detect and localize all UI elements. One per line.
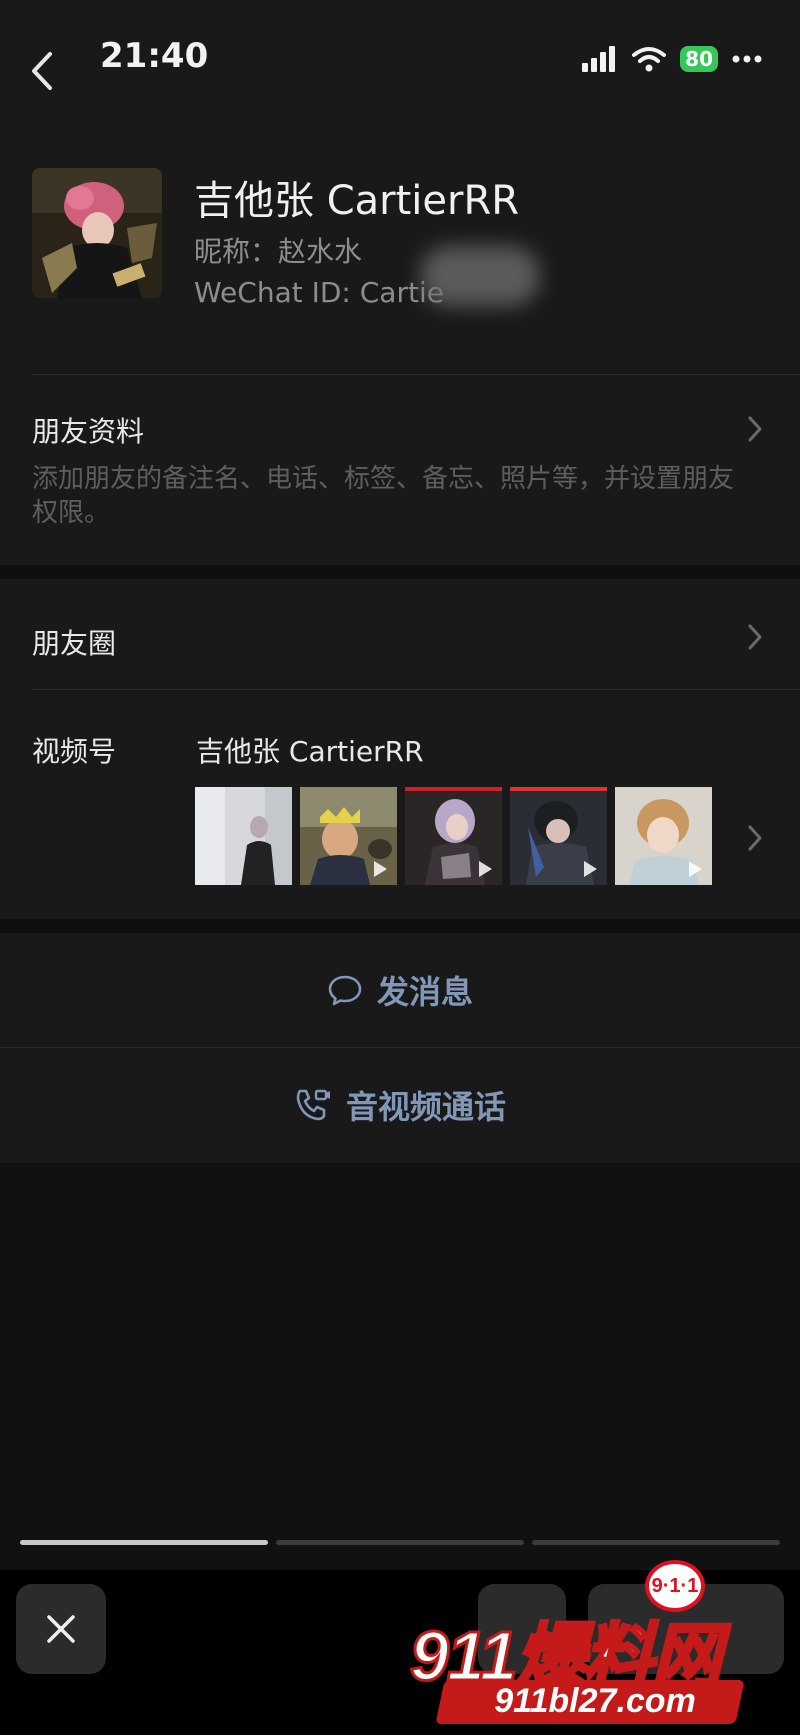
phone-video-icon [296, 1089, 330, 1121]
avatar[interactable] [32, 168, 162, 298]
play-icon [689, 861, 702, 877]
channels-name: 吉他张 CartierRR [196, 735, 424, 768]
divider [0, 1047, 800, 1048]
friend-info-title: 朋友资料 [32, 415, 145, 448]
play-icon [584, 861, 597, 877]
more-icon [732, 55, 762, 63]
chevron-right-icon [748, 416, 762, 442]
avatar-image [32, 168, 162, 298]
moments-label: 朋友圈 [32, 627, 117, 660]
wifi-icon [632, 47, 667, 72]
status-icons: 80 [582, 42, 762, 76]
moments-row[interactable] [0, 579, 800, 689]
voice-video-call-label: 音视频通话 [345, 1088, 506, 1126]
play-icon [374, 861, 387, 877]
progress-segment [532, 1540, 780, 1545]
signal-icon [582, 46, 616, 72]
video-thumbnail[interactable] [195, 787, 292, 885]
back-button[interactable] [22, 44, 66, 98]
video-thumbnail[interactable] [510, 787, 607, 885]
watermark-url: 911bl27.com [494, 1682, 696, 1720]
chevron-left-icon [32, 52, 52, 90]
status-time: 21:40 [100, 36, 209, 76]
chat-bubble-icon [328, 975, 362, 1006]
chevron-right-icon [748, 624, 762, 650]
close-button[interactable] [16, 1584, 106, 1674]
wechat-id: WeChat ID: Cartie [194, 276, 444, 309]
play-icon [479, 861, 492, 877]
story-progress [20, 1540, 780, 1545]
battery-icon: 80 [680, 46, 718, 72]
channels-label: 视频号 [32, 735, 117, 768]
video-thumbnail[interactable] [615, 787, 712, 885]
progress-segment [276, 1540, 524, 1545]
friend-info-description: 添加朋友的备注名、电话、标签、备忘、照片等，并设置朋友权限。 [32, 464, 735, 528]
section-gap [0, 565, 800, 579]
chevron-right-icon [748, 825, 762, 851]
send-message-button[interactable]: 发消息 [0, 965, 800, 1015]
voice-video-call-button[interactable]: 音视频通话 [0, 1080, 800, 1130]
section-gap [0, 919, 800, 933]
video-thumbnail[interactable] [300, 787, 397, 885]
video-thumbnail[interactable] [405, 787, 502, 885]
remark-name: 吉他张 CartierRR [194, 178, 520, 224]
channels-thumbnails [195, 787, 712, 885]
send-message-label: 发消息 [376, 973, 473, 1011]
progress-segment [20, 1540, 268, 1545]
close-icon [47, 1615, 75, 1643]
nickname: 昵称：赵水水 [194, 235, 363, 268]
redaction-blur [420, 246, 540, 306]
